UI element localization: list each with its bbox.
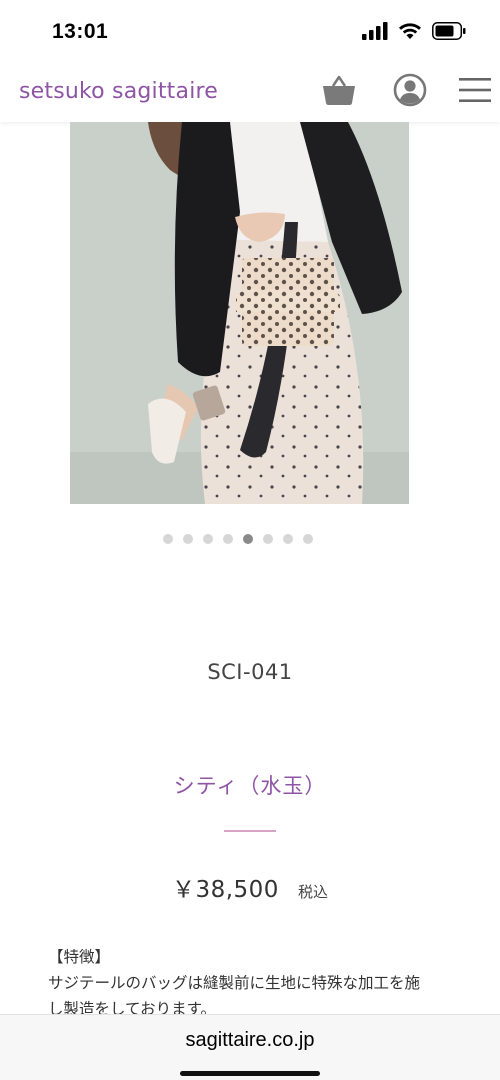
product-name: シティ（水玉） (173, 774, 327, 798)
hamburger-menu-icon[interactable] (459, 76, 491, 104)
site-logo[interactable]: setsuko sagittaire (19, 79, 218, 104)
carousel-dots (163, 534, 313, 544)
product-price: ￥38,500 (171, 877, 279, 903)
status-bar: 13:01 (0, 0, 500, 64)
site-header: setsuko sagittaire (0, 62, 500, 122)
carousel-dot-3[interactable] (203, 534, 213, 544)
carousel-dot-8[interactable] (303, 534, 313, 544)
signal-icon (362, 22, 388, 40)
carousel-dot-4[interactable] (223, 534, 233, 544)
product-image[interactable] (70, 122, 409, 504)
wifi-icon (399, 23, 421, 39)
status-time: 13:01 (52, 20, 109, 43)
carousel-dot-6[interactable] (263, 534, 273, 544)
home-indicator[interactable] (180, 1071, 320, 1076)
features-section: 【特徴】 サジテールのバッグは縫製前に生地に特殊な加工を施 し製造をしております… (48, 944, 468, 1022)
page: 13:01 setsuko sagittaire SCI-041 シティ（水玉）… (0, 0, 500, 1080)
status-icons (362, 22, 466, 40)
browser-url-bar[interactable]: sagittaire.co.jp (0, 1014, 500, 1080)
carousel-dot-5-active[interactable] (243, 534, 253, 544)
features-heading: 【特徴】 (48, 948, 111, 966)
product-code: SCI-041 (207, 660, 293, 684)
name-divider (224, 830, 276, 832)
browser-url[interactable]: sagittaire.co.jp (0, 1029, 500, 1052)
features-text-line-1: サジテールのバッグは縫製前に生地に特殊な加工を施 (48, 974, 421, 992)
product-photo-illustration (70, 122, 409, 504)
carousel-dot-1[interactable] (163, 534, 173, 544)
carousel-dot-7[interactable] (283, 534, 293, 544)
shopping-basket-icon[interactable] (322, 74, 356, 106)
battery-icon (432, 22, 466, 40)
tax-label: 税込 (298, 883, 329, 901)
price-row: ￥38,500 税込 (0, 870, 500, 904)
carousel-dot-2[interactable] (183, 534, 193, 544)
user-circle-icon[interactable] (393, 73, 427, 107)
